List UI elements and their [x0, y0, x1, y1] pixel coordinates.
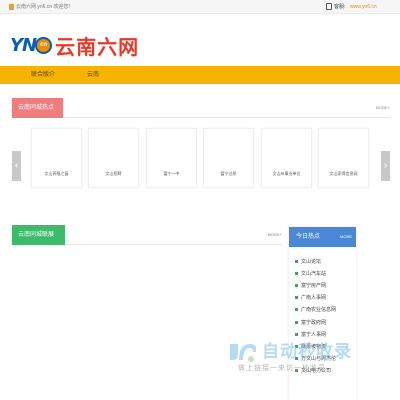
welcome-text: 云南六网 yn6.cn 欢迎您! [16, 4, 70, 10]
bullet-icon [295, 308, 298, 312]
hot-card[interactable]: 文山养殖之窗 [31, 128, 82, 188]
today-hot-header: 今日热点 MORE [289, 227, 356, 247]
hot-card-label: 文山家得信息网 [329, 171, 358, 176]
hot-carousel: ‹ 文山养殖之窗 文山招聘 富宁一中 富宁过桥 文山州事业单位 文山家得信息网 … [12, 128, 390, 201]
hot-card[interactable]: 富宁过桥 [203, 128, 254, 188]
hot-section-title: 云南同城热点 [18, 105, 55, 111]
hot-section-header: 云南同城热点hot MORE+ [12, 98, 390, 130]
today-hot-title: 今日热点 [296, 234, 321, 240]
logo-badge: cn [35, 36, 53, 54]
bullet-icon [295, 271, 298, 275]
bullet-icon [295, 259, 298, 263]
logo-site-name: 云南六网 [55, 34, 140, 59]
list-item-label: 富宁房产网 [301, 282, 327, 289]
carousel-prev-arrow-icon[interactable]: ‹ [12, 151, 21, 181]
hot-card[interactable]: 富宁一中 [146, 128, 197, 188]
list-item[interactable]: 富宁政府网 [289, 316, 356, 328]
list-item[interactable]: 富宁房产网 [289, 279, 356, 291]
list-item[interactable]: 文山论坛 [289, 255, 356, 267]
bullet-icon [295, 296, 298, 300]
phone-icon [326, 3, 332, 10]
list-item[interactable]: 文山汽车站 [289, 267, 356, 279]
links-section-tab[interactable]: 云南同城联展City [12, 225, 65, 257]
list-item-label: 广南人事网 [301, 295, 327, 302]
logo-yn: YN [10, 34, 37, 56]
bullet-icon [295, 320, 298, 324]
hot-card-label: 文山养殖之窗 [44, 171, 69, 176]
list-item[interactable]: 广南农业信息网 [289, 304, 356, 316]
hot-card-label: 文山州事业单位 [272, 171, 301, 176]
hot-card-label: 富宁过桥 [220, 171, 237, 176]
top-bar: 云南六网 yn6.cn 欢迎您! 客服: www.yn6.cn [0, 0, 400, 14]
links-section-title: 云南同城联展 [18, 232, 55, 238]
watermark-logo-icon [230, 343, 256, 362]
list-item-label: 文山汽车站 [301, 270, 327, 277]
list-item-label: 富宁政府网 [301, 319, 327, 326]
watermark-title: 自动秒收录 [262, 342, 352, 362]
tel-label: 客服: [334, 4, 346, 10]
tel-link[interactable]: www.yn6.cn [350, 2, 377, 12]
bullet-icon [295, 283, 298, 287]
site-logo[interactable]: YN cn 云南六网 [10, 31, 139, 59]
watermark: 自动秒收录 做上链接一来访一秒收录 [228, 336, 400, 380]
site-header: YN cn 云南六网 [0, 14, 400, 66]
nav-item-yunnan[interactable]: 云南 [82, 66, 104, 84]
watermark-subtitle: 做上链接一来访一秒收录 [238, 365, 326, 372]
hot-section-tab[interactable]: 云南同城热点hot [12, 98, 63, 130]
carousel-next-arrow-icon[interactable]: › [381, 151, 390, 181]
list-item-label: 广南农业信息网 [301, 307, 337, 314]
hot-card-label: 文山招聘 [105, 171, 122, 176]
list-item-label: 文山论坛 [301, 258, 322, 265]
list-item[interactable]: 广南人事网 [289, 292, 356, 304]
links-section-header: 云南同城联展City MORE+ [12, 225, 282, 257]
nav-item-intro[interactable]: 联合版介 [26, 66, 60, 84]
hot-card-label: 富宁一中 [163, 171, 180, 176]
hot-card[interactable]: 文山招聘 [88, 128, 139, 188]
links-more-link[interactable]: MORE+ [268, 225, 282, 245]
hot-card[interactable]: 文山州事业单位 [261, 128, 312, 188]
main-nav: 联合版介 云南 [0, 66, 400, 84]
today-hot-more-link[interactable]: MORE [340, 227, 352, 247]
home-icon [9, 4, 14, 10]
hot-more-link[interactable]: MORE+ [376, 98, 390, 118]
hot-card[interactable]: 文山家得信息网 [318, 128, 369, 188]
